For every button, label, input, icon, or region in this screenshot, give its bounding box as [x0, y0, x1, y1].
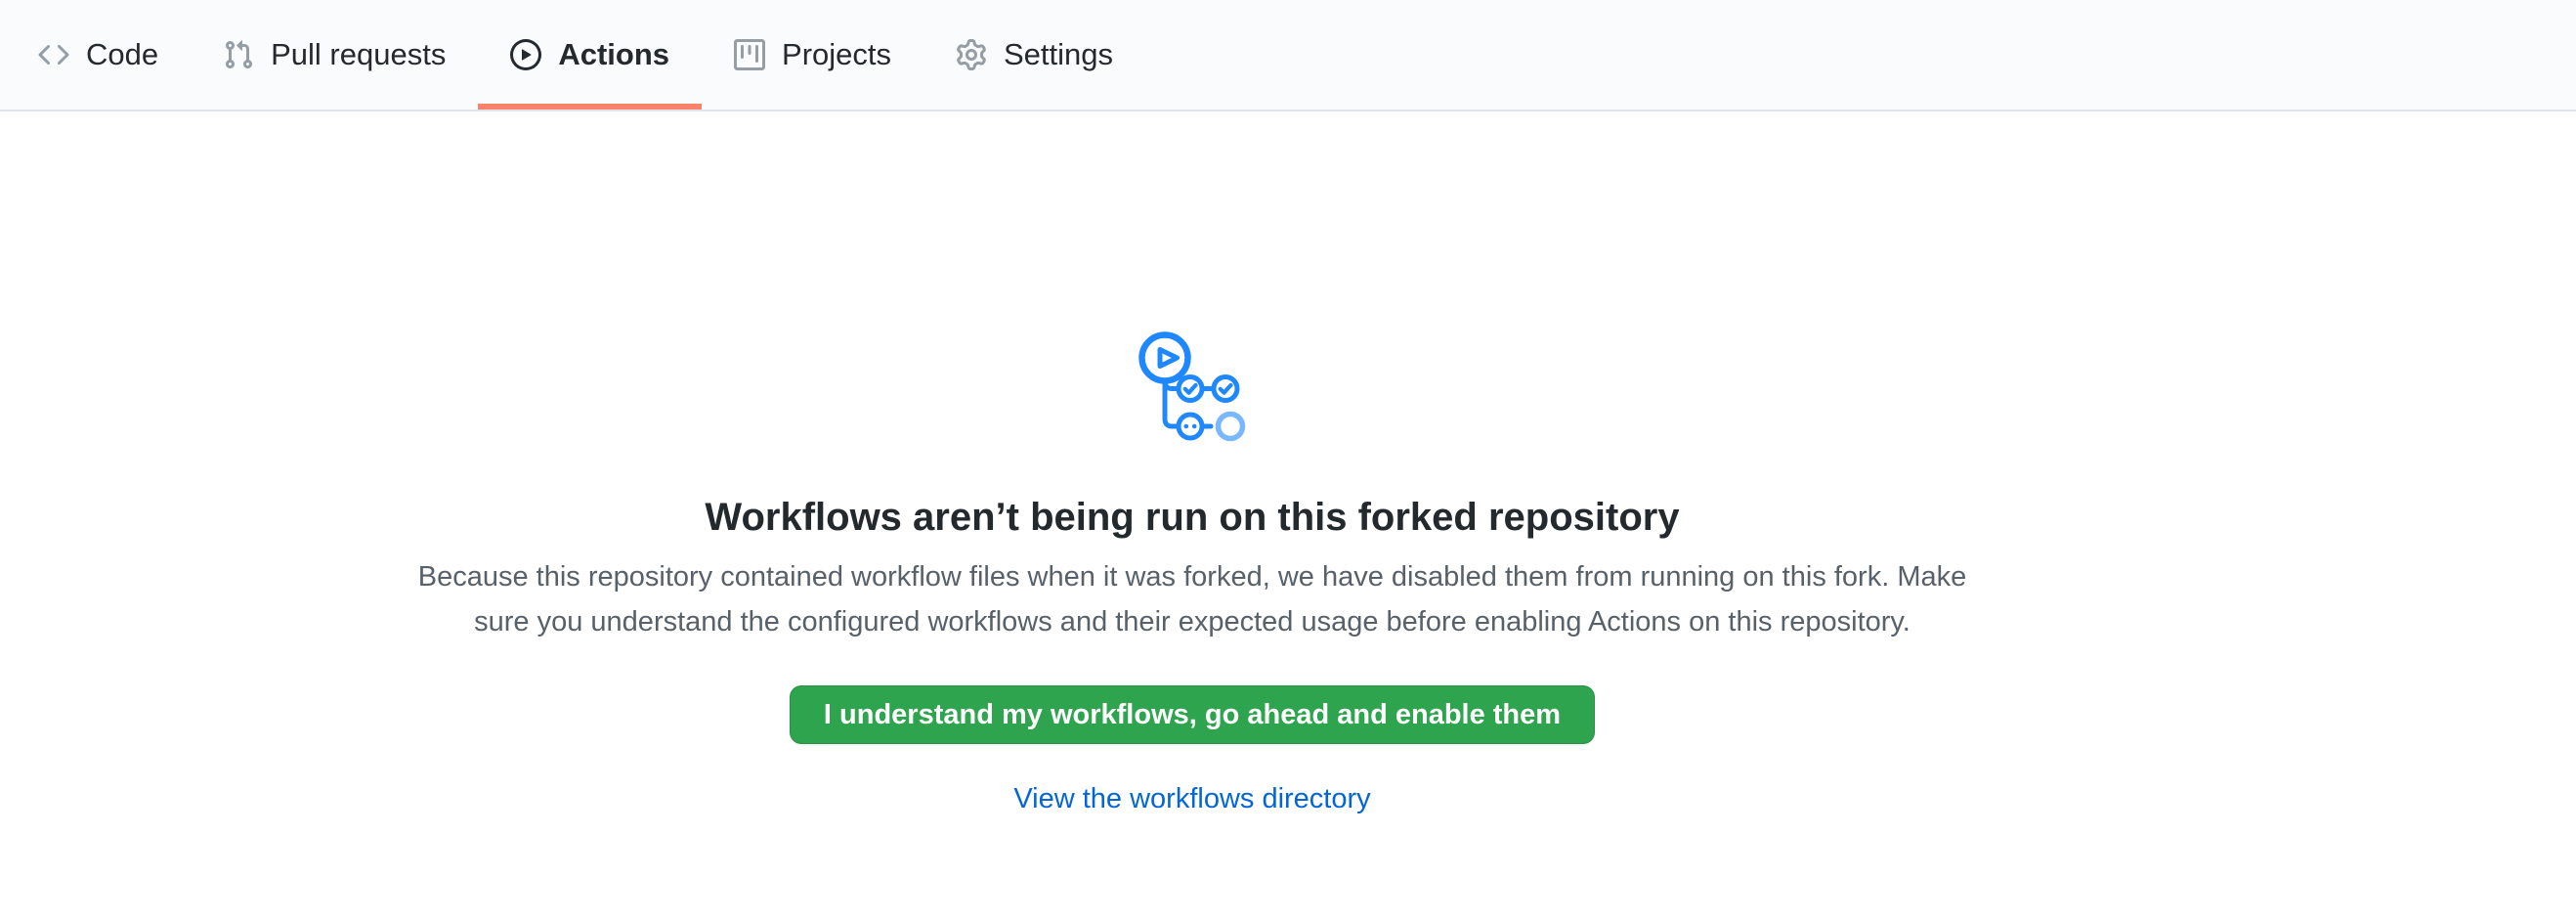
view-workflows-directory-link[interactable]: View the workflows directory: [1013, 783, 1370, 815]
tab-pull-requests-label: Pull requests: [271, 37, 446, 72]
tab-projects[interactable]: Projects: [702, 0, 923, 110]
git-pull-request-icon: [223, 39, 254, 70]
actions-blankslate: Workflows aren’t being run on this forke…: [0, 111, 2384, 815]
enable-workflows-button[interactable]: I understand my workflows, go ahead and …: [790, 685, 1595, 744]
tab-pull-requests[interactable]: Pull requests: [191, 0, 478, 110]
code-icon: [38, 39, 69, 70]
tab-code[interactable]: Code: [6, 0, 191, 110]
tab-settings[interactable]: Settings: [923, 0, 1145, 110]
tab-actions[interactable]: Actions: [478, 0, 702, 110]
tab-settings-label: Settings: [1004, 37, 1113, 72]
repo-tab-nav: Code Pull requests Actions Projects Sett…: [0, 0, 2576, 111]
tab-projects-label: Projects: [782, 37, 891, 72]
project-board-icon: [734, 39, 765, 70]
tab-code-label: Code: [86, 37, 158, 72]
gear-icon: [956, 39, 987, 70]
play-circle-icon: [510, 39, 541, 70]
tab-actions-label: Actions: [558, 37, 669, 72]
actions-workflow-graph-icon: [1138, 331, 1247, 443]
blankslate-heading: Workflows aren’t being run on this forke…: [705, 494, 1679, 541]
blankslate-description: Because this repository contained workfl…: [401, 554, 1984, 644]
